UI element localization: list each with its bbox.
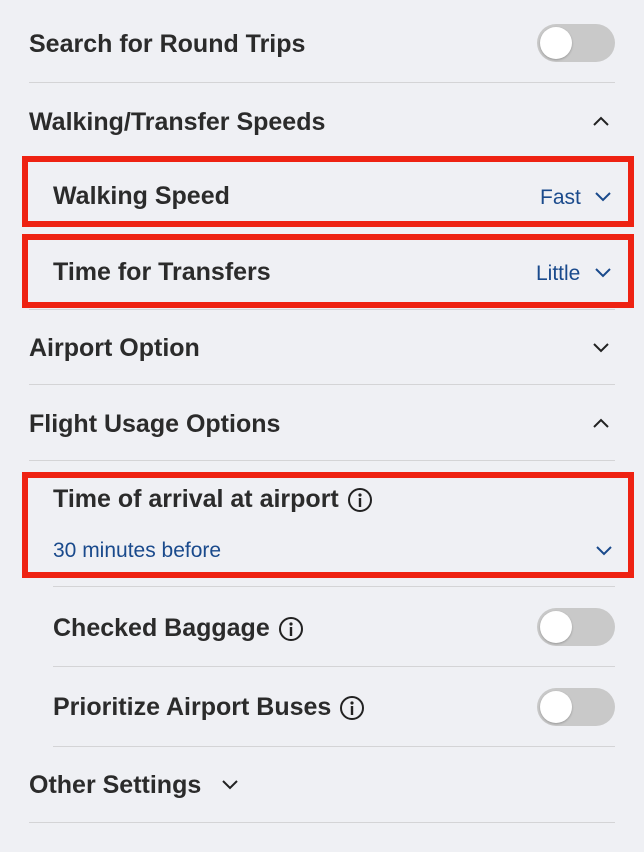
info-icon[interactable] — [278, 616, 304, 642]
checked-baggage-label: Checked Baggage — [53, 613, 304, 643]
divider — [29, 460, 615, 461]
divider — [29, 82, 615, 83]
round-trips-toggle[interactable] — [537, 24, 615, 62]
info-icon[interactable] — [339, 695, 365, 721]
round-trips-label: Search for Round Trips — [29, 30, 306, 58]
settings-panel: Search for Round Trips Walking/Transfer … — [0, 0, 644, 852]
airport-buses-label: Prioritize Airport Buses — [53, 692, 365, 722]
divider — [53, 586, 615, 587]
arrival-time-highlight — [22, 472, 634, 578]
toggle-knob — [540, 691, 572, 723]
chevron-down-icon[interactable] — [591, 337, 611, 357]
divider — [29, 384, 615, 385]
checked-baggage-toggle[interactable] — [537, 608, 615, 646]
toggle-knob — [540, 611, 572, 643]
divider — [29, 309, 615, 310]
flight-usage-section-header[interactable]: Flight Usage Options — [29, 409, 280, 439]
chevron-up-icon[interactable] — [591, 413, 611, 433]
airport-option-section-header[interactable]: Airport Option — [29, 333, 200, 363]
checked-baggage-label-text: Checked Baggage — [53, 614, 270, 642]
airport-buses-toggle[interactable] — [537, 688, 615, 726]
toggle-knob — [540, 27, 572, 59]
walking-transfer-section-header[interactable]: Walking/Transfer Speeds — [29, 107, 325, 137]
divider — [53, 666, 615, 667]
other-settings-label: Other Settings — [29, 771, 202, 799]
chevron-up-icon[interactable] — [591, 111, 611, 131]
transfer-time-highlight — [22, 234, 634, 308]
divider — [53, 746, 615, 747]
walking-speed-highlight — [22, 156, 634, 227]
chevron-down-icon[interactable] — [220, 774, 240, 794]
airport-buses-label-text: Prioritize Airport Buses — [53, 693, 332, 721]
divider — [29, 822, 615, 823]
other-settings-section-header[interactable]: Other Settings — [29, 770, 201, 800]
